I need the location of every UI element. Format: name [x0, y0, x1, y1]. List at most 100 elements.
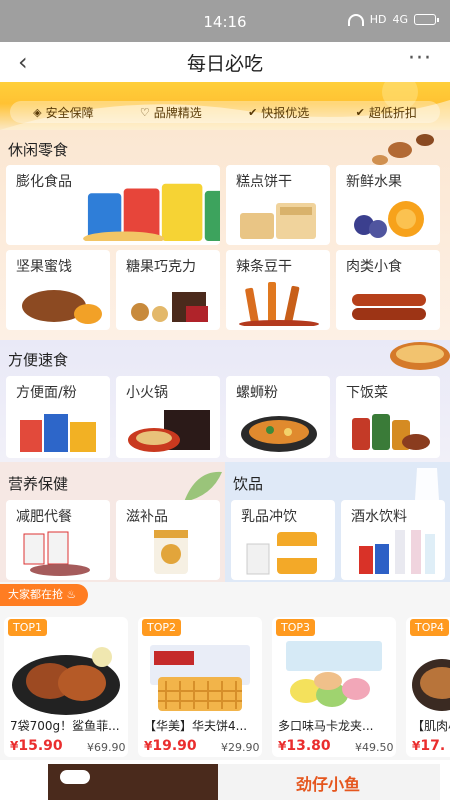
- status-icons: HD 4G: [347, 13, 439, 26]
- bottom-ad-banner[interactable]: 劲仔小鱼: [0, 760, 450, 800]
- tonics-image: [154, 530, 188, 574]
- banner: ◈ 安全保障 ♡ 品牌精选 ✔ 快报优选 ✔ 超低折扣: [0, 82, 450, 130]
- category-label: 方便面/粉: [16, 385, 77, 401]
- nuts-image: [22, 290, 102, 324]
- product-name: 多口味马卡龙夹...: [278, 719, 374, 733]
- category-dairy-drinks[interactable]: 乳品冲饮: [231, 500, 335, 580]
- product-price: ¥19.90: [144, 738, 197, 754]
- product-card-top3[interactable]: TOP3 多口味马卡龙夹... ¥13.80 ¥49.50: [272, 617, 396, 757]
- category-puffed-food[interactable]: 膨化食品: [6, 165, 220, 245]
- badge-discount: ✔ 超低折扣: [355, 105, 417, 120]
- page-title: 每日必吃: [186, 53, 263, 75]
- shield-icon: ◈: [33, 105, 42, 119]
- guarantee-badges: ◈ 安全保障 ♡ 品牌精选 ✔ 快报优选 ✔ 超低折扣: [10, 101, 440, 123]
- category-label: 肉类小食: [346, 259, 402, 275]
- category-label: 辣条豆干: [236, 259, 292, 275]
- meat-snacks-image: [352, 294, 426, 320]
- nuts-decoration: [372, 134, 434, 165]
- status-bar: 14:16 HD 4G: [0, 0, 450, 42]
- section-title-fast-food: 方便速食: [8, 351, 69, 369]
- category-label: 下饭菜: [346, 385, 388, 401]
- category-candy-chocolate[interactable]: 糖果巧克力: [116, 250, 220, 330]
- product-image: [12, 647, 120, 715]
- section-fast-food: 方便速食 方便面/粉 小火锅 螺蛳粉 下饭菜: [0, 340, 450, 462]
- category-pastry-biscuits[interactable]: 糕点饼干: [226, 165, 330, 245]
- more-options-icon[interactable]: ···: [408, 46, 432, 71]
- hot-deals-label: 大家都在抢 ♨: [0, 584, 88, 606]
- noodle-bowl-decoration: [390, 342, 450, 370]
- chips-image: [83, 183, 220, 241]
- category-rice-dishes[interactable]: 下饭菜: [336, 376, 440, 458]
- spicy-strips-image: [239, 282, 319, 326]
- ad-brand-text: 劲仔小鱼: [296, 775, 361, 794]
- section-snacks: 休闲零食 膨化食品 糕点饼干 新鲜水果 坚果蜜饯 糖果巧克力 辣条豆干 肉类小食: [0, 130, 450, 340]
- product-image: [286, 641, 382, 707]
- category-mini-hotpot[interactable]: 小火锅: [116, 376, 220, 458]
- section-title-drinks: 饮品: [233, 475, 264, 493]
- product-card-top2[interactable]: TOP2 【华美】华夫饼4... ¥19.90 ¥29.90: [138, 617, 262, 757]
- category-beverages[interactable]: 酒水饮料: [341, 500, 445, 580]
- category-label: 糕点饼干: [236, 174, 292, 190]
- category-label: 减肥代餐: [16, 509, 72, 525]
- original-price: ¥29.90: [221, 741, 260, 754]
- category-label: 膨化食品: [16, 174, 72, 190]
- section-title-health: 营养保健: [8, 475, 69, 493]
- beverages-image: [359, 530, 435, 574]
- badge-express: ✔ 快报优选: [248, 105, 310, 120]
- product-name: 7袋700g！鲨鱼菲...: [10, 719, 120, 733]
- product-card-top4[interactable]: TOP4 【肌肉小 ¥17.: [406, 617, 450, 757]
- category-label: 滋补品: [126, 509, 168, 525]
- milk-decoration: [415, 468, 439, 500]
- ad-image: [48, 764, 440, 800]
- fruit-image: [354, 201, 424, 238]
- category-instant-noodles[interactable]: 方便面/粉: [6, 376, 110, 458]
- badge-brand: ♡ 品牌精选: [139, 105, 202, 120]
- category-spicy-strips[interactable]: 辣条豆干: [226, 250, 330, 330]
- signal-label: 4G: [392, 13, 408, 26]
- product-image: [150, 645, 250, 711]
- category-label: 糖果巧克力: [126, 259, 196, 275]
- product-name: 【肌肉小: [412, 719, 450, 733]
- category-nuts-preserves[interactable]: 坚果蜜饯: [6, 250, 110, 330]
- product-price: ¥15.90: [10, 738, 63, 754]
- rank-badge: TOP4: [410, 619, 450, 636]
- category-label: 新鲜水果: [346, 174, 402, 190]
- battery-icon: [414, 14, 439, 25]
- dairy-image: [246, 532, 317, 575]
- product-image: [412, 659, 450, 711]
- heart-icon: ♡: [139, 105, 150, 119]
- category-meal-replacement[interactable]: 减肥代餐: [6, 500, 110, 580]
- category-tonics[interactable]: 滋补品: [116, 500, 220, 580]
- check-icon: ✔: [355, 105, 365, 119]
- check-icon: ✔: [248, 105, 258, 119]
- product-name: 【华美】华夫饼4...: [144, 719, 248, 733]
- category-fresh-fruit[interactable]: 新鲜水果: [336, 165, 440, 245]
- chocolate-image: [131, 292, 208, 322]
- badge-safety: ◈ 安全保障: [33, 105, 94, 120]
- category-label: 乳品冲饮: [241, 509, 297, 525]
- meal-replacement-image: [23, 531, 90, 576]
- product-card-top1[interactable]: TOP1 7袋700g！鲨鱼菲... ¥15.90 ¥69.90: [4, 617, 128, 757]
- rank-badge: TOP2: [142, 619, 182, 636]
- hotpot-image: [128, 410, 210, 452]
- section-health: 营养保健 减肥代餐 滋补品: [0, 462, 225, 582]
- category-label: 螺蛳粉: [236, 385, 278, 401]
- category-luosifen[interactable]: 螺蛳粉: [226, 376, 330, 458]
- rank-badge: TOP1: [8, 619, 48, 636]
- category-label: 酒水饮料: [351, 509, 407, 525]
- product-price: ¥17.: [412, 738, 446, 754]
- instant-noodles-image: [20, 414, 96, 452]
- category-label: 坚果蜜饯: [16, 259, 72, 275]
- product-price: ¥13.80: [278, 738, 331, 754]
- category-meat-snacks[interactable]: 肉类小食: [336, 250, 440, 330]
- luosifen-image: [241, 416, 317, 452]
- biscuits-image: [240, 203, 316, 239]
- original-price: ¥69.90: [87, 741, 126, 754]
- wifi-icon: [347, 13, 364, 26]
- rice-dishes-image: [352, 414, 430, 450]
- original-price: ¥49.50: [355, 741, 394, 754]
- category-label: 小火锅: [126, 385, 168, 401]
- section-title-snacks: 休闲零食: [8, 141, 69, 159]
- section-drinks: 饮品 乳品冲饮 酒水饮料: [225, 462, 450, 582]
- fire-icon: ♨: [66, 588, 77, 601]
